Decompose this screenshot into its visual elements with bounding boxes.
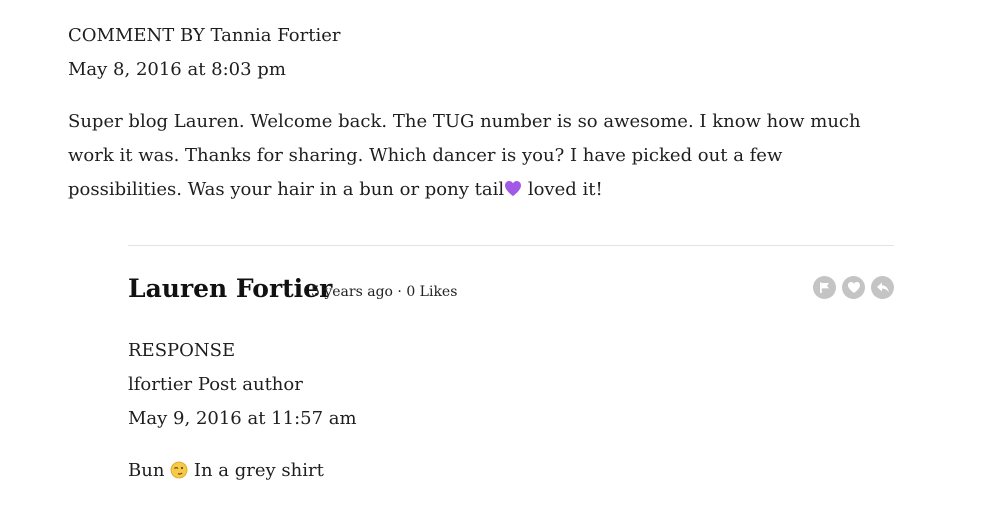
comment-date: May 8, 2016 at 8:03 pm: [68, 59, 286, 80]
reply-author-name[interactable]: Lauren Fortier: [128, 270, 332, 308]
purple-heart-icon: [504, 175, 522, 209]
reply-author-line: lfortier Post author: [128, 374, 303, 395]
reply-text-end: In a grey shirt: [188, 460, 324, 481]
comment-text: Super blog Lauren. Welcome back. The TUG…: [68, 111, 861, 200]
reply-label: RESPONSE: [128, 340, 236, 361]
comment-author-label: COMMENT BY Tannia Fortier: [68, 25, 341, 46]
heart-icon[interactable]: [842, 276, 865, 299]
wink-emoji-icon: [170, 457, 188, 491]
comment-text-end: loved it!: [522, 179, 603, 200]
reply-date: May 9, 2016 at 11:57 am: [128, 408, 357, 429]
reply-meta: 5 years ago · 0 Likes: [311, 284, 458, 300]
reply-body: Bun In a grey shirt: [128, 454, 324, 491]
reply-text: Bun: [128, 460, 171, 481]
divider: [128, 245, 894, 246]
comment-body: Super blog Lauren. Welcome back. The TUG…: [68, 105, 898, 209]
flag-icon[interactable]: [813, 276, 836, 299]
reply-icon[interactable]: [871, 276, 894, 299]
reply-actions: [813, 276, 894, 299]
